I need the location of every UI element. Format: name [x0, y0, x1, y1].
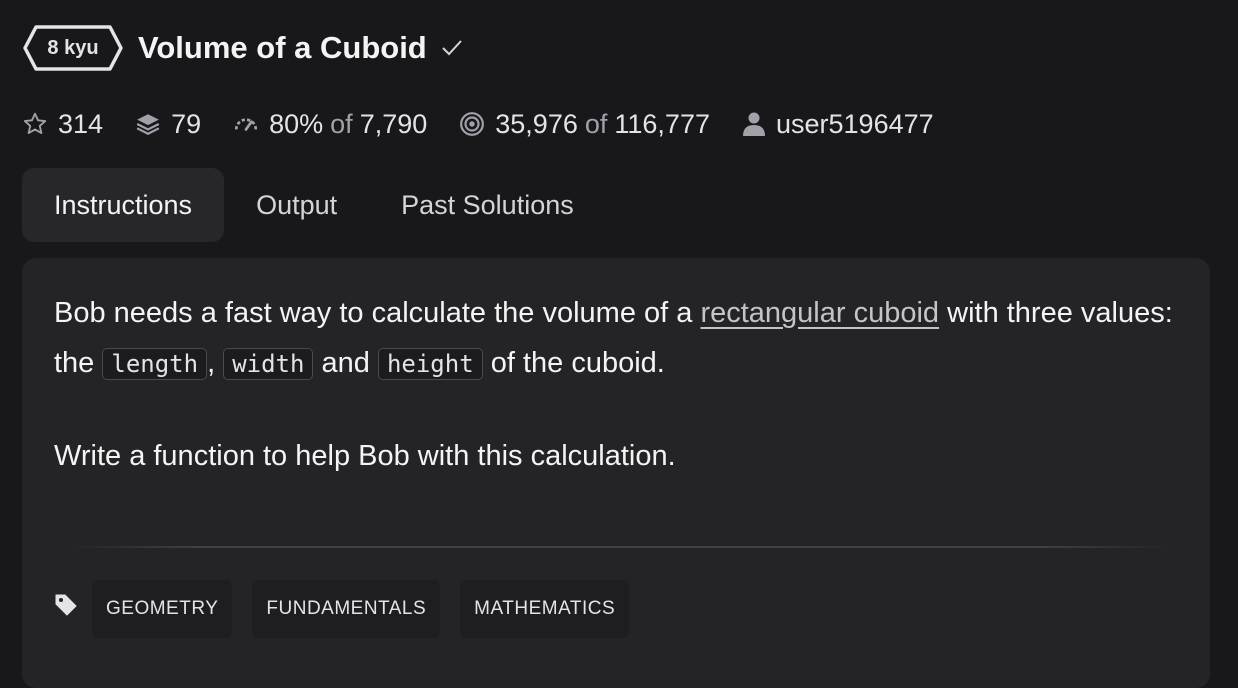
- author-stat[interactable]: user5196477: [742, 109, 934, 140]
- tab-instructions[interactable]: Instructions: [22, 168, 225, 242]
- tab-past-solutions[interactable]: Past Solutions: [369, 168, 606, 242]
- kata-tabs: Instructions Output Past Solutions: [22, 168, 606, 242]
- description-text: of the cuboid.: [482, 347, 665, 379]
- tab-output[interactable]: Output: [224, 168, 369, 242]
- rank-badge: 8 kyu: [22, 24, 124, 72]
- tag-mathematics[interactable]: MATHEMATICS: [460, 580, 630, 638]
- check-icon: [441, 39, 463, 57]
- collections-count: 79: [171, 108, 202, 139]
- description-text: and: [313, 347, 378, 379]
- target-icon: [459, 111, 485, 137]
- tag-fundamentals[interactable]: FUNDAMENTALS: [252, 580, 441, 638]
- rank-label: 8 kyu: [47, 36, 99, 59]
- kata-tags: GEOMETRY FUNDAMENTALS MATHEMATICS: [54, 580, 649, 638]
- instructions-panel: Bob needs a fast way to calculate the vo…: [22, 258, 1210, 688]
- tag-geometry[interactable]: GEOMETRY: [92, 580, 233, 638]
- satisfaction-percent: 80%: [269, 108, 324, 139]
- kata-header: 8 kyu Volume of a Cuboid: [22, 24, 463, 72]
- rectangular-cuboid-link[interactable]: rectangular cuboid: [700, 297, 939, 329]
- completed-stat: 35,976 of 116,777: [459, 109, 710, 140]
- star-icon: [22, 111, 48, 137]
- kata-title: Volume of a Cuboid: [138, 30, 427, 65]
- divider: [68, 546, 1172, 548]
- satisfaction-votes: 7,790: [359, 108, 428, 139]
- satisfaction-stat: 80% of 7,790: [233, 109, 427, 140]
- satisfaction-of: of: [330, 108, 353, 139]
- kata-stats: 314 79 80% of 7,790 35,976 of 116,777 us…: [22, 104, 966, 144]
- code-width: width: [223, 348, 314, 380]
- stars-stat[interactable]: 314: [22, 109, 103, 140]
- completed-of: of: [584, 108, 608, 139]
- author-name[interactable]: user5196477: [776, 109, 934, 140]
- description-text: ,: [207, 347, 224, 379]
- code-length: length: [102, 348, 208, 380]
- stars-count: 314: [58, 108, 104, 139]
- attempted-count: 116,777: [614, 108, 710, 139]
- description-paragraph-1: Bob needs a fast way to calculate the vo…: [54, 288, 1184, 389]
- tag-icon: [54, 593, 78, 617]
- description-paragraph-2: Write a function to help Bob with this c…: [54, 440, 676, 472]
- speedometer-icon: [233, 111, 259, 137]
- completed-count: 35,976: [495, 108, 578, 139]
- user-icon: [742, 111, 766, 137]
- layers-icon: [135, 111, 161, 137]
- code-height: height: [377, 348, 483, 380]
- kata-description: Bob needs a fast way to calculate the vo…: [54, 288, 1184, 481]
- collections-stat: 79: [135, 109, 201, 140]
- description-text: Bob needs a fast way to calculate the vo…: [54, 297, 701, 329]
